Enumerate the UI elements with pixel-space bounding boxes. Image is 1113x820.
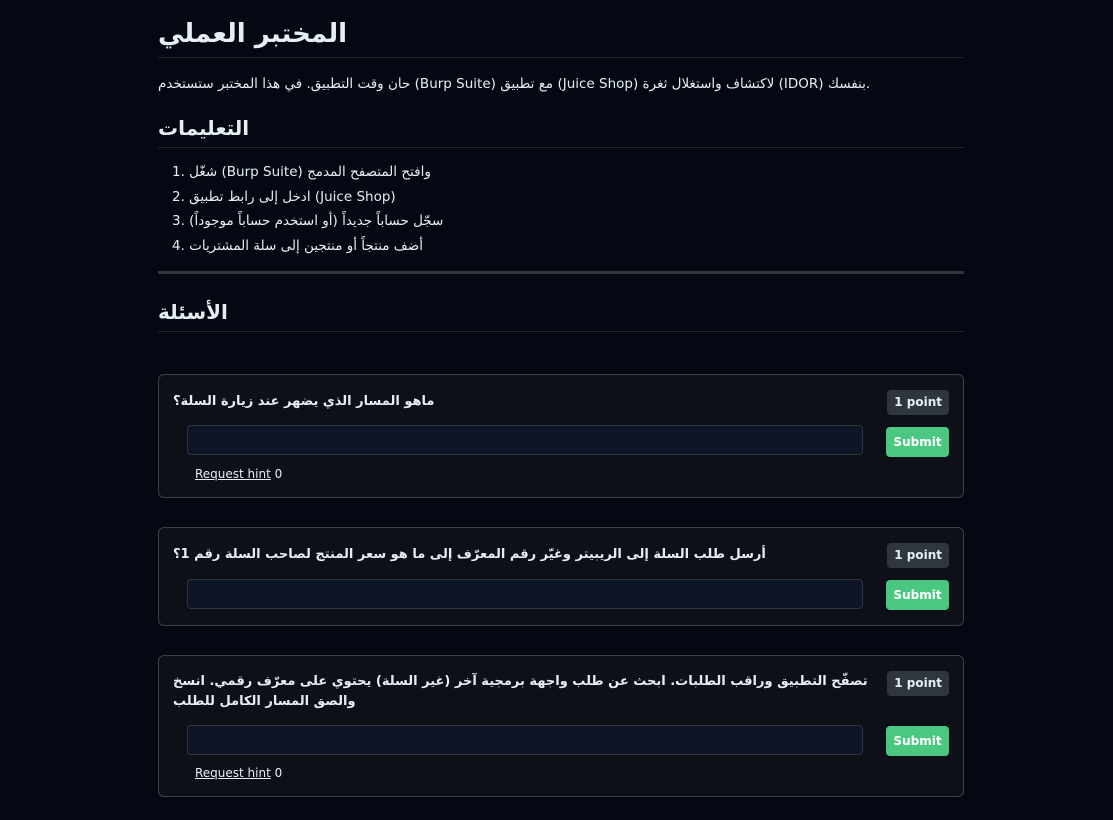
page-title: المختبر العملي — [158, 0, 964, 58]
question-text: تصفّح التطبيق وراقب الطلبات. ابحث عن طلب… — [173, 674, 868, 709]
question-text: ماهو المسار الذي يضهر عند زيارة السلة؟ — [173, 394, 435, 409]
points-badge: 1 point — [887, 671, 949, 696]
instructions-list: 1. شغّل (Burp Suite) وافتح المتصفح المدم… — [158, 160, 964, 258]
question-card-2: أرسل طلب السلة إلى الريبيتر وغيّر رقم ال… — [158, 527, 964, 626]
request-hint-link[interactable]: Request hint — [195, 467, 271, 481]
submit-button[interactable]: Submit — [886, 726, 949, 756]
points-badge: 1 point — [887, 543, 949, 568]
question-card-3: تصفّح التطبيق وراقب الطلبات. ابحث عن طلب… — [158, 655, 964, 797]
instruction-item: 4. أضف منتجاً أو منتجين إلى سلة المشتريا… — [172, 237, 423, 254]
points-badge: 1 point — [887, 390, 949, 415]
answer-input[interactable] — [187, 725, 863, 755]
question-text: أرسل طلب السلة إلى الريبيتر وغيّر رقم ال… — [173, 547, 766, 562]
submit-button[interactable]: Submit — [886, 427, 949, 457]
request-hint-link[interactable]: Request hint — [195, 766, 271, 780]
answer-input[interactable] — [187, 425, 863, 455]
instruction-item: 3. سجّل حساباً جديداً (أو استخدم حساباً … — [172, 213, 444, 229]
question-card-1: ماهو المسار الذي يضهر عند زيارة السلة؟ 1… — [158, 374, 964, 498]
answer-input[interactable] — [187, 579, 863, 609]
instructions-heading: التعليمات — [158, 114, 964, 148]
hint-row: Request hint 0 — [195, 766, 282, 780]
hint-count: 0 — [274, 766, 283, 780]
section-divider — [158, 271, 964, 274]
lab-content: المختبر العملي حان وقت التطبيق. في هذا ا… — [158, 0, 964, 332]
instruction-item: 2. ادخل إلى رابط تطبيق (Juice Shop) — [172, 188, 396, 205]
questions-heading: الأسئلة — [158, 298, 964, 332]
lab-intro: حان وقت التطبيق. في هذا المختبر ستستخدم … — [158, 76, 871, 92]
hint-count: 0 — [274, 467, 283, 481]
submit-button[interactable]: Submit — [886, 580, 949, 610]
instruction-item: 1. شغّل (Burp Suite) وافتح المتصفح المدم… — [172, 164, 431, 180]
hint-row: Request hint 0 — [195, 467, 282, 481]
